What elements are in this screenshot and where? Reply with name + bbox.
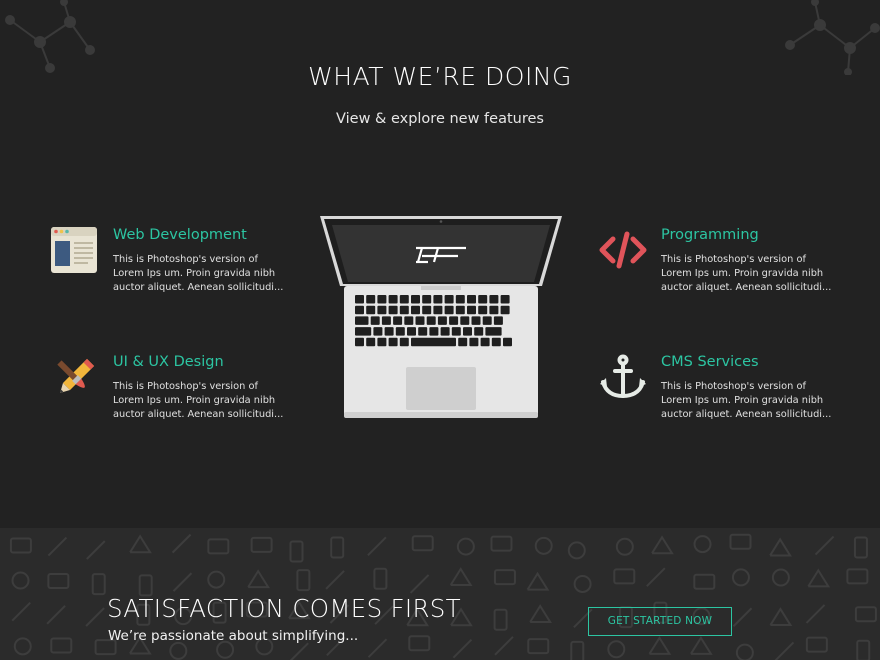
- feature-title: Web Development: [113, 227, 247, 243]
- section-title: WHAT WE’RE DOING: [308, 62, 572, 91]
- pencil-brush-icon: [57, 358, 95, 393]
- feature-title: CMS Services: [661, 354, 759, 370]
- browser-window-icon: [51, 227, 97, 273]
- feature-cms-services: CMS Services This is Photoshop's version…: [599, 354, 839, 424]
- cta-subtitle: We’re passionate about simplifying...: [108, 628, 359, 644]
- feature-web-development: Web Development This is Photoshop's vers…: [51, 227, 291, 297]
- laptop-illustration: [320, 216, 562, 418]
- anchor-icon: [600, 354, 646, 399]
- section-subtitle: View & explore new features: [336, 111, 544, 127]
- feature-description: This is Photoshop's version of Lorem Ips…: [661, 381, 832, 421]
- feature-ui-ux-design: UI & UX Design This is Photoshop's versi…: [51, 354, 291, 424]
- feature-title: UI & UX Design: [113, 354, 224, 370]
- cta-title: SATISFACTION COMES FIRST: [107, 594, 461, 623]
- code-brackets-icon: [599, 231, 647, 269]
- feature-description: This is Photoshop's version of Lorem Ips…: [113, 254, 284, 294]
- feature-description: This is Photoshop's version of Lorem Ips…: [113, 381, 284, 421]
- feature-description: This is Photoshop's version of Lorem Ips…: [661, 254, 832, 294]
- feature-title: Programming: [661, 227, 759, 243]
- feature-programming: Programming This is Photoshop's version …: [599, 227, 839, 297]
- services-section: WHAT WE’RE DOING View & explore new feat…: [0, 0, 880, 528]
- get-started-button[interactable]: GET STARTED NOW: [588, 607, 732, 636]
